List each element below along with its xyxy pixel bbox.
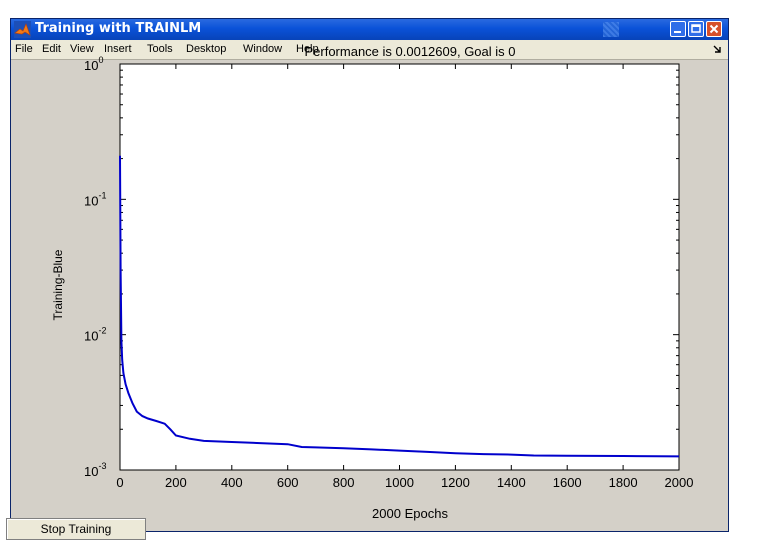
x-tick-label: 1400	[497, 475, 526, 490]
y-tick-label: 100	[84, 55, 103, 73]
x-tick-label: 400	[221, 475, 243, 490]
y-axis-label: Training-Blue	[51, 249, 65, 321]
x-tick-label: 1800	[609, 475, 638, 490]
x-tick-label: 1000	[385, 475, 414, 490]
plot-title: Performance is 0.0012609, Goal is 0	[304, 44, 516, 59]
x-tick-label: 800	[333, 475, 355, 490]
performance-plot: 0 200 400 600 800 1000 1200 1400 1600 1800 2000 100…	[84, 55, 694, 490]
x-tick-label: 1600	[553, 475, 582, 490]
x-tick-label: 1200	[441, 475, 470, 490]
y-tick-label: 10-2	[84, 326, 106, 344]
plot-area	[119, 63, 680, 471]
y-tick-label: 10-3	[84, 461, 106, 479]
stop-training-button[interactable]: Stop Training	[6, 518, 146, 540]
x-tick-label: 200	[165, 475, 187, 490]
x-tick-label: 0	[116, 475, 123, 490]
y-tick-label: 10-1	[84, 190, 106, 208]
x-tick-label: 600	[277, 475, 299, 490]
x-axis-label: 2000 Epochs	[372, 506, 448, 521]
x-tick-label: 2000	[665, 475, 694, 490]
